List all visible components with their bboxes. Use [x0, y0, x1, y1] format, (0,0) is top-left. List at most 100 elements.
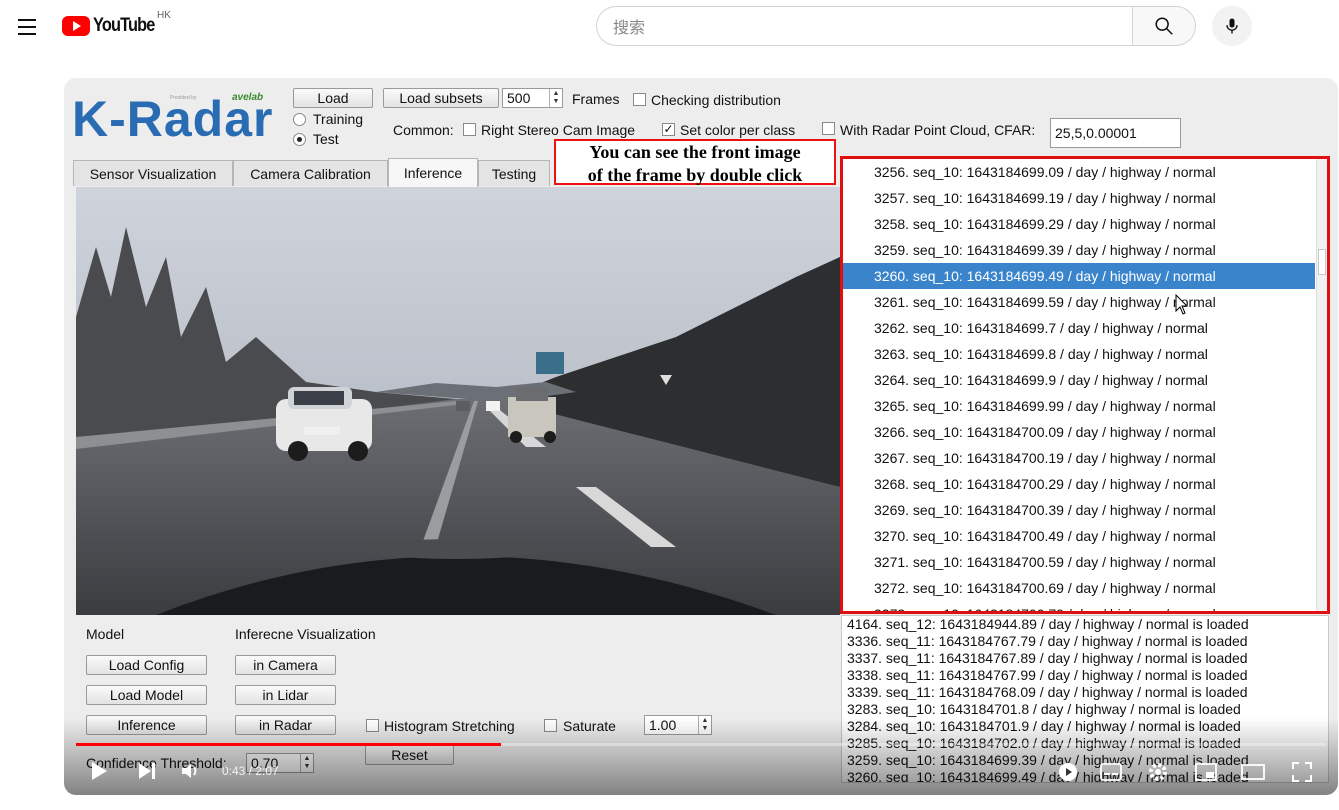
- frame-list-scrollbar[interactable]: [1316, 159, 1327, 611]
- test-radio-label: Test: [313, 131, 339, 147]
- fullscreen-button[interactable]: [1290, 760, 1314, 784]
- tab-testing[interactable]: Testing: [478, 160, 550, 186]
- frame-list-item[interactable]: 3260. seq_10: 1643184699.49 / day / high…: [843, 263, 1315, 289]
- cursor-icon: [1175, 294, 1189, 315]
- tab-camera-calibration[interactable]: Camera Calibration: [233, 160, 388, 186]
- frame-list-item[interactable]: 3256. seq_10: 1643184699.09 / day / high…: [843, 159, 1327, 185]
- spin-arrows-icon[interactable]: ▲ ▼: [300, 754, 313, 772]
- volume-button[interactable]: [178, 758, 204, 784]
- frame-list-item[interactable]: 3264. seq_10: 1643184699.9 / day / highw…: [843, 367, 1327, 393]
- log-entry: 3336. seq_11: 1643184767.79 / day / high…: [847, 633, 1248, 649]
- with-radar-checkbox[interactable]: [822, 122, 835, 135]
- right-stereo-label: Right Stereo Cam Image: [481, 122, 636, 138]
- load-config-button[interactable]: Load Config: [86, 655, 207, 675]
- theater-button[interactable]: [1240, 760, 1266, 784]
- region-code: HK: [157, 10, 171, 21]
- in-radar-button[interactable]: in Radar: [235, 715, 336, 735]
- subset-count-spinbox[interactable]: 500 ▲ ▼: [502, 88, 563, 108]
- frame-list-item[interactable]: 3259. seq_10: 1643184699.39 / day / high…: [843, 237, 1327, 263]
- youtube-logo-icon: [62, 16, 90, 36]
- subtitles-icon: [1100, 763, 1122, 781]
- menu-icon[interactable]: [10, 10, 44, 44]
- test-radio[interactable]: [293, 133, 306, 146]
- saturate-value: 1.00: [649, 717, 677, 733]
- frame-list-item[interactable]: 3266. seq_10: 1643184700.09 / day / high…: [843, 419, 1327, 445]
- histogram-checkbox[interactable]: [366, 719, 379, 732]
- scrollbar-thumb[interactable]: [1318, 249, 1326, 275]
- right-stereo-checkbox[interactable]: [463, 123, 476, 136]
- frame-list-item[interactable]: 3265. seq_10: 1643184699.99 / day / high…: [843, 393, 1327, 419]
- inference-vis-label: Inferecne Visualization: [235, 626, 376, 642]
- voice-search-button[interactable]: [1212, 6, 1252, 46]
- frame-list-item[interactable]: 3257. seq_10: 1643184699.19 / day / high…: [843, 185, 1327, 211]
- search-input[interactable]: 搜索: [596, 6, 1133, 46]
- in-lidar-button[interactable]: in Lidar: [235, 685, 336, 705]
- miniplayer-icon: [1195, 763, 1217, 781]
- log-entry: 4164. seq_12: 1643184944.89 / day / high…: [847, 616, 1249, 632]
- logo-provided-text: Provided by: [170, 95, 197, 101]
- frame-list-item[interactable]: 3261. seq_10: 1643184699.59 / day / high…: [843, 289, 1327, 315]
- play-icon: [92, 762, 107, 780]
- masthead: YouTube HK 搜索: [0, 0, 1339, 56]
- road-scene-image: [76, 187, 840, 615]
- miniplayer-button[interactable]: [1194, 760, 1218, 784]
- play-button[interactable]: [86, 758, 112, 784]
- time-display: 0:43 / 2:07: [222, 764, 279, 778]
- model-label: Model: [86, 626, 125, 642]
- load-model-button[interactable]: Load Model: [86, 685, 207, 705]
- frame-list-item[interactable]: 3258. seq_10: 1643184699.29 / day / high…: [843, 211, 1327, 237]
- settings-button[interactable]: [1146, 760, 1170, 784]
- spin-arrows-icon[interactable]: ▲ ▼: [698, 716, 711, 734]
- video-player[interactable]: K-Radar Provided by avelab Load Load sub…: [64, 78, 1338, 795]
- set-color-checkbox[interactable]: ✓: [662, 123, 675, 136]
- search-button[interactable]: [1132, 6, 1196, 46]
- autoplay-toggle[interactable]: [1056, 760, 1080, 784]
- frame-list-item[interactable]: 3272. seq_10: 1643184700.69 / day / high…: [843, 575, 1327, 601]
- frame-list-item[interactable]: 3267. seq_10: 1643184700.19 / day / high…: [843, 445, 1327, 471]
- inference-button[interactable]: Inference: [86, 715, 207, 735]
- common-label: Common:: [393, 122, 454, 138]
- log-entry: 3338. seq_11: 1643184767.99 / day / high…: [847, 667, 1248, 683]
- frame-list-item[interactable]: 3271. seq_10: 1643184700.59 / day / high…: [843, 549, 1327, 575]
- frame-list-item[interactable]: 3270. seq_10: 1643184700.49 / day / high…: [843, 523, 1327, 549]
- with-radar-label: With Radar Point Cloud, CFAR:: [840, 122, 1036, 138]
- autoplay-icon: [1059, 763, 1077, 781]
- load-log-list[interactable]: 4164. seq_12: 1643184944.89 / day / high…: [841, 615, 1329, 783]
- cfar-input[interactable]: 25,5,0.00001: [1050, 118, 1181, 148]
- frame-list-item[interactable]: 3263. seq_10: 1643184699.8 / day / highw…: [843, 341, 1327, 367]
- note-line-1: You can see the front image: [589, 142, 801, 162]
- saturate-label: Saturate: [563, 718, 616, 734]
- subset-count-value: 500: [507, 90, 531, 106]
- saturate-spinbox[interactable]: 1.00 ▲ ▼: [644, 715, 712, 735]
- in-camera-button[interactable]: in Camera: [235, 655, 336, 675]
- checking-distribution-label: Checking distribution: [651, 92, 781, 108]
- reset-button[interactable]: Reset: [365, 745, 454, 765]
- progress-bar[interactable]: [76, 743, 1326, 746]
- next-icon: [139, 763, 155, 779]
- fullscreen-icon: [1292, 762, 1312, 782]
- training-radio[interactable]: [293, 113, 306, 126]
- note-line-2: of the frame by double click: [587, 165, 803, 185]
- frame-list-item[interactable]: 3268. seq_10: 1643184700.29 / day / high…: [843, 471, 1327, 497]
- spin-arrows-icon[interactable]: ▲ ▼: [549, 89, 562, 107]
- log-entry: 3337. seq_11: 1643184767.89 / day / high…: [847, 650, 1248, 666]
- tab-inference[interactable]: Inference: [388, 158, 478, 187]
- frame-list[interactable]: 3256. seq_10: 1643184699.09 / day / high…: [840, 156, 1330, 614]
- load-button[interactable]: Load: [293, 88, 373, 108]
- avelab-logo-text: avelab: [232, 92, 264, 103]
- volume-icon: [182, 764, 197, 778]
- frame-list-item[interactable]: 3269. seq_10: 1643184700.39 / day / high…: [843, 497, 1327, 523]
- checking-distribution-checkbox[interactable]: [633, 93, 646, 106]
- tab-sensor-visualization[interactable]: Sensor Visualization: [73, 160, 233, 186]
- load-subsets-button[interactable]: Load subsets: [383, 88, 499, 108]
- front-camera-image[interactable]: [76, 187, 840, 615]
- annotation-note: You can see the front image of the frame…: [554, 139, 836, 185]
- frame-list-item[interactable]: 3273. seq_10: 1643184700.79 / day / high…: [843, 601, 1327, 611]
- set-color-label: Set color per class: [680, 122, 796, 138]
- youtube-logo[interactable]: YouTube: [62, 15, 164, 37]
- frame-list-item[interactable]: 3262. seq_10: 1643184699.7 / day / highw…: [843, 315, 1327, 341]
- saturate-checkbox[interactable]: [544, 719, 557, 732]
- next-button[interactable]: [134, 758, 160, 784]
- log-entry: 3283. seq_10: 1643184701.8 / day / highw…: [847, 701, 1241, 717]
- subtitles-button[interactable]: [1099, 760, 1123, 784]
